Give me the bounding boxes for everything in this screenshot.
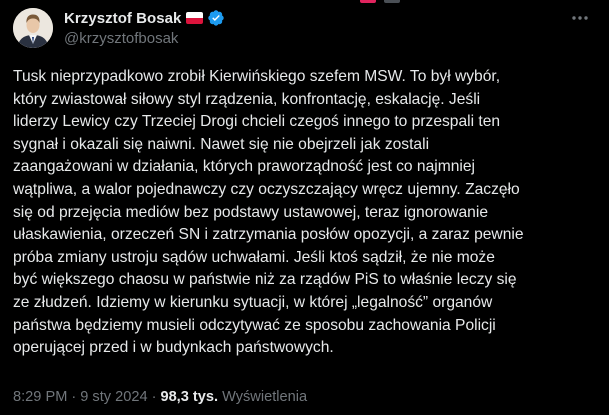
author-handle[interactable]: @krzysztofbosak xyxy=(64,30,178,47)
tweet-date[interactable]: 9 sty 2024 xyxy=(80,389,147,405)
author-display-name[interactable]: Krzysztof Bosak xyxy=(64,10,181,27)
verified-badge-icon xyxy=(208,10,225,26)
avatar-image xyxy=(13,8,53,48)
tweet-meta: 8:29 PM · 9 sty 2024 · 98,3 tys. Wyświet… xyxy=(13,389,307,405)
more-options-icon[interactable] xyxy=(568,6,592,30)
meta-separator-2: · xyxy=(151,389,157,405)
avatar[interactable] xyxy=(13,8,53,48)
meta-separator: · xyxy=(71,389,77,405)
views-count: 98,3 tys. xyxy=(160,389,219,405)
top-reaction-marks xyxy=(360,0,400,3)
author-name-row: Krzysztof Bosak xyxy=(64,9,225,27)
top-border xyxy=(0,0,609,3)
tweet-time[interactable]: 8:29 PM xyxy=(13,389,67,405)
poland-flag-icon xyxy=(186,12,204,24)
views-label: Wyświetlenia xyxy=(222,389,308,405)
tweet-text: Tusk nieprzypadkowo zrobił Kierwińskiego… xyxy=(13,68,524,357)
